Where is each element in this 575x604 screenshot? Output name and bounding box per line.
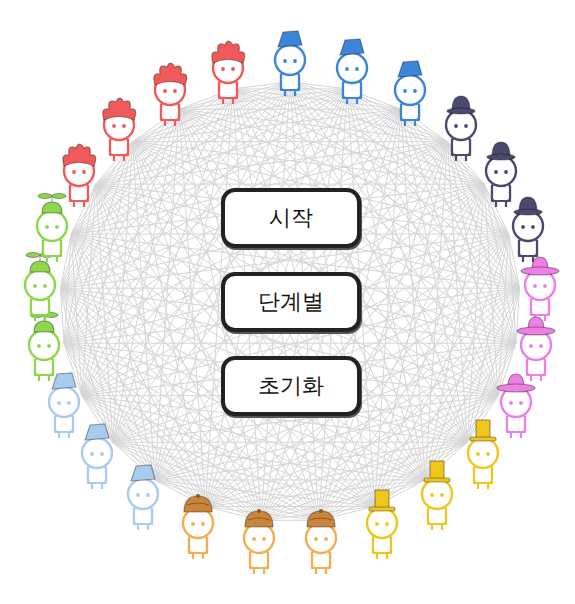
person-figure (511, 309, 561, 385)
person-figure (145, 54, 195, 130)
control-panel: 시작단계별초기화 (0, 0, 575, 604)
person-figure (265, 24, 315, 100)
person-figure (327, 32, 377, 108)
person-figure (94, 89, 144, 165)
game-stage: 시작단계별초기화 (0, 0, 575, 604)
person-figure (476, 135, 526, 211)
person-figure (515, 249, 565, 325)
person-figure (436, 89, 486, 165)
control-button[interactable]: 초기화 (221, 356, 361, 416)
person-figure (412, 458, 462, 534)
control-button[interactable]: 시작 (221, 188, 361, 248)
person-figure (118, 458, 168, 534)
person-figure (203, 32, 253, 108)
person-figure (54, 135, 104, 211)
person-figure (458, 417, 508, 493)
person-figure (296, 502, 346, 578)
person-figure (39, 366, 89, 442)
person-figure (357, 487, 407, 563)
person-figure (503, 190, 553, 266)
person-figure (385, 54, 435, 130)
control-button[interactable]: 단계별 (221, 272, 361, 332)
person-figure (173, 487, 223, 563)
person-figure (491, 366, 541, 442)
person-figure (72, 417, 122, 493)
person-figure (234, 502, 284, 578)
